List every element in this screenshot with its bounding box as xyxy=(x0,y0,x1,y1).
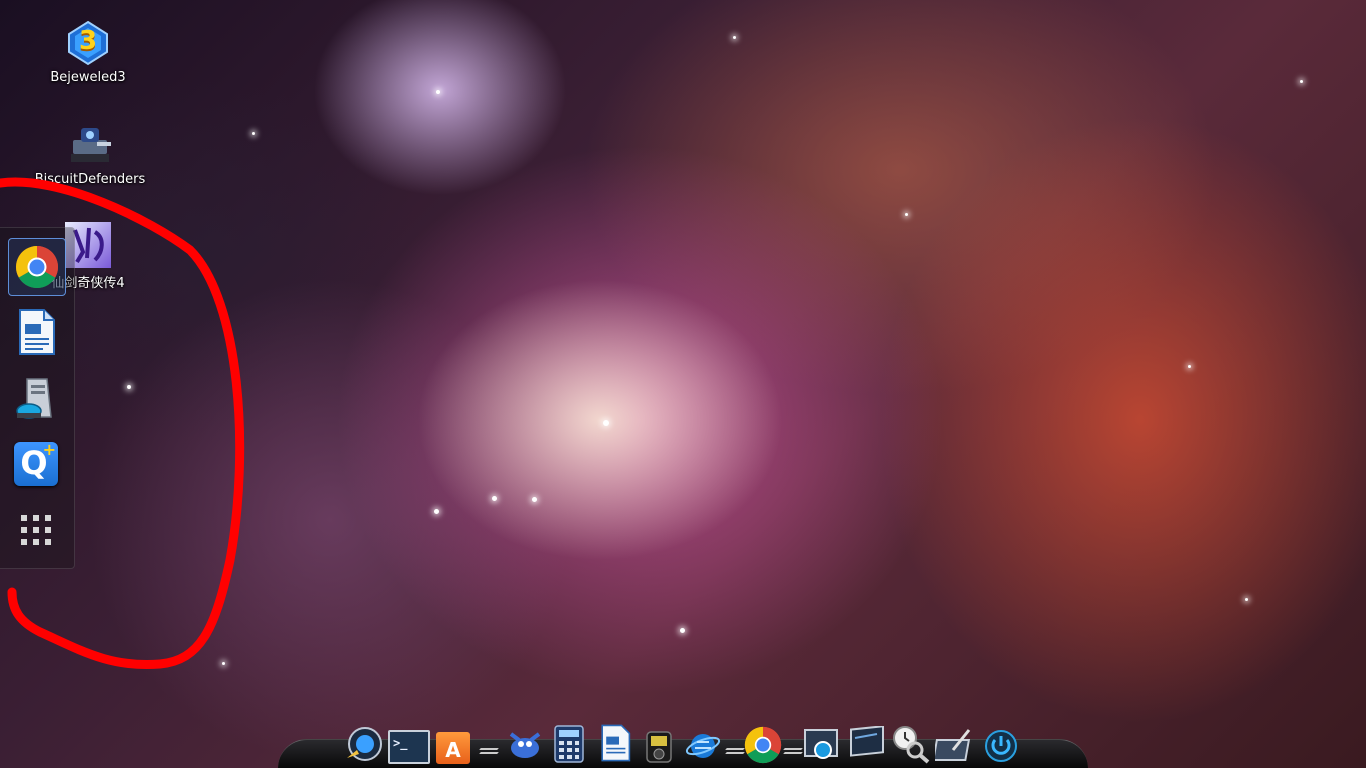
biscuit-defenders-icon xyxy=(67,122,113,168)
desktop-background: 3 Bejeweled3 BiscuitDefenders 仙剑奇侠传4 Q +… xyxy=(0,0,1366,768)
computer-icon xyxy=(16,378,52,419)
writer-icon xyxy=(19,309,55,355)
calculator-icon xyxy=(554,725,584,763)
dock-item-terminal[interactable]: >_ xyxy=(388,720,430,764)
power-icon xyxy=(985,730,1017,762)
camera-icon xyxy=(804,729,838,759)
bejeweled3-badge: 3 xyxy=(78,26,98,56)
dock-item-chrome[interactable] xyxy=(742,720,784,764)
dock-item-media-player[interactable] xyxy=(638,720,680,764)
star xyxy=(127,385,131,389)
star xyxy=(492,496,497,501)
terminal-icon: >_ xyxy=(388,730,430,764)
launcher-item-chrome[interactable] xyxy=(8,238,66,296)
bejeweled3-icon: 3 xyxy=(65,20,111,66)
left-launcher-panel: Q + xyxy=(0,227,75,569)
browser-globe-icon xyxy=(685,734,721,758)
writer-icon xyxy=(601,724,631,762)
dock-item-calculator[interactable] xyxy=(548,720,590,764)
dock-item-software-center[interactable]: A xyxy=(432,720,474,764)
dock-item-launcher[interactable] xyxy=(342,720,384,764)
dock-item-display[interactable] xyxy=(846,720,888,764)
desktop-icon-bejeweled3[interactable]: 3 Bejeweled3 xyxy=(28,20,148,85)
star xyxy=(532,497,537,502)
dock-item-gimp[interactable] xyxy=(504,720,546,764)
qq-icon: Q + xyxy=(14,440,58,486)
star xyxy=(733,36,736,39)
dock-item-browser[interactable] xyxy=(682,720,724,764)
star xyxy=(1188,365,1191,368)
desktop-icon-biscuit-defenders[interactable]: BiscuitDefenders xyxy=(30,122,150,187)
display-icon xyxy=(850,726,884,757)
dock-item-power[interactable] xyxy=(980,720,1022,764)
store-bag-icon: A xyxy=(436,732,470,764)
launcher-item-computer[interactable] xyxy=(8,370,64,426)
star xyxy=(252,132,255,135)
clock-search-icon xyxy=(893,726,930,764)
gimp-icon xyxy=(509,732,541,758)
media-player-icon xyxy=(646,731,672,763)
chrome-icon xyxy=(15,246,59,289)
star xyxy=(905,213,908,216)
star xyxy=(680,628,685,633)
chrome-icon xyxy=(744,726,782,764)
dock-item-screenshot[interactable] xyxy=(800,720,842,764)
launcher-icon xyxy=(347,727,382,761)
star xyxy=(434,509,439,514)
app-grid-icon xyxy=(21,515,51,545)
dock-item-drawing[interactable] xyxy=(934,720,976,764)
star xyxy=(1245,598,1248,601)
star xyxy=(603,420,609,426)
star xyxy=(1300,80,1303,83)
launcher-item-writer[interactable] xyxy=(8,304,64,360)
launcher-item-apps[interactable] xyxy=(8,502,64,558)
dock-item-clock-search[interactable] xyxy=(890,720,932,764)
desktop-icon-label: Bejeweled3 xyxy=(50,70,126,85)
launcher-item-qq[interactable]: Q + xyxy=(8,436,64,492)
dock-separator xyxy=(478,746,500,758)
star xyxy=(222,662,225,665)
dock-item-writer[interactable] xyxy=(594,720,636,764)
bottom-dock: >_ A xyxy=(278,716,1088,768)
star xyxy=(436,90,440,94)
desktop-icon-label: BiscuitDefenders xyxy=(34,172,146,187)
drawing-tablet-icon xyxy=(935,729,971,761)
